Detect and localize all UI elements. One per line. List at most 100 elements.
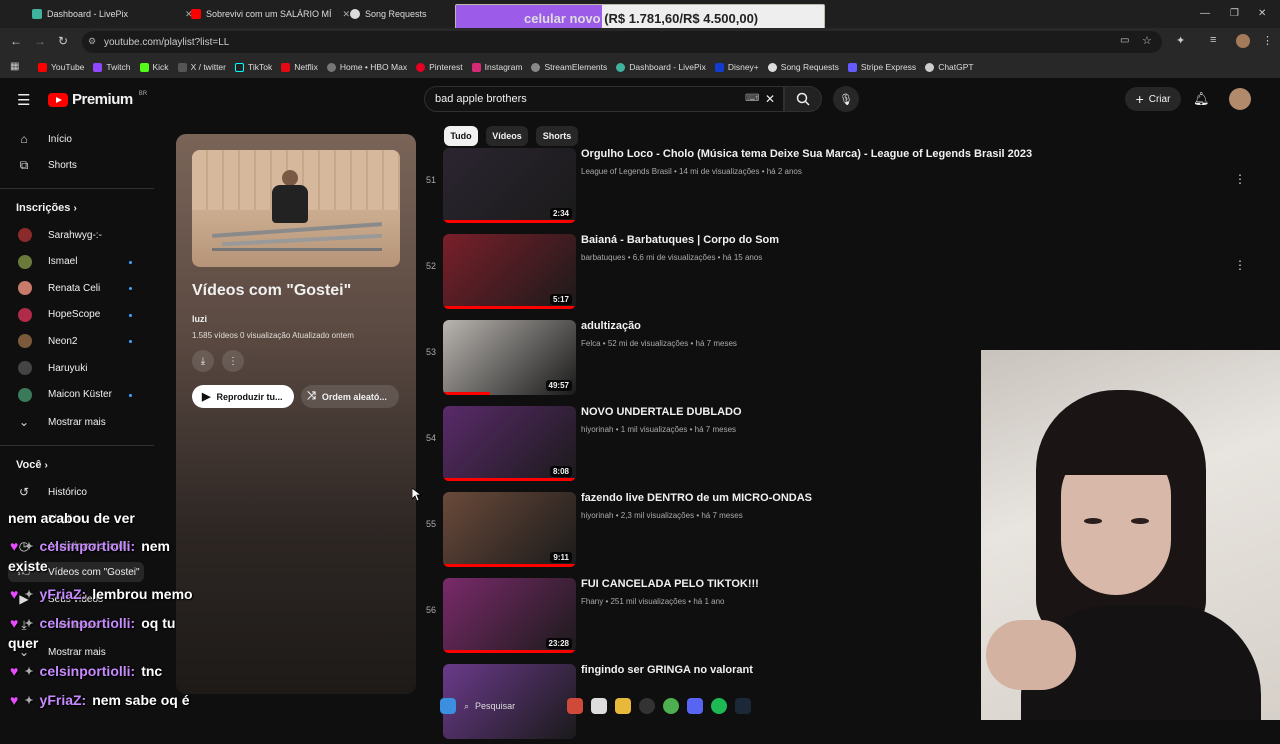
steam-icon[interactable] [735,698,751,714]
channel-name[interactable]: hiyorinah [581,425,613,434]
channel-name[interactable]: barbatuques [581,253,625,262]
video-thumbnail[interactable]: 9:11 [443,492,576,567]
channel-name[interactable]: hiyorinah [581,511,613,520]
playlist-video-row[interactable]: 52 5:17 Baianá - Barbatuques | Corpo do So… [420,234,1260,314]
video-title[interactable]: fazendo live DENTRO de um MICRO-ONDAS [581,492,812,504]
watch-progress-bar [443,220,576,223]
extensions-icon[interactable]: ✦ [1176,34,1185,47]
bookmark-disney[interactable]: Disney+ [714,62,759,72]
channel-name[interactable]: League of Legends Brasil [581,167,672,176]
subscription-item[interactable]: Sarahwyg-:- [18,228,102,242]
bookmark-kick[interactable]: Kick [139,62,169,72]
sidebar-item-shorts[interactable]: ⧉ Shorts [16,158,77,173]
tab-livepix-dashboard[interactable]: Dashboard - LivePix ✕ [32,4,193,24]
bookmark-x[interactable]: X / twitter [177,62,226,72]
reload-icon[interactable]: ↻ [58,34,68,48]
bookmark-chatgpt[interactable]: ChatGPT [925,62,974,72]
back-icon[interactable]: ← [10,34,22,48]
video-thumbnail[interactable]: 5:17 [443,234,576,309]
bookmark-pinterest[interactable]: Pinterest [416,62,463,72]
video-thumbnail[interactable]: 23:28 [443,578,576,653]
subscriptions-header[interactable]: Inscrições › [16,202,77,214]
bookmark-stripe[interactable]: Stripe Express [847,62,916,72]
video-thumbnail[interactable]: 49:57 [443,320,576,395]
chip-shorts[interactable]: Shorts [536,126,578,146]
playlist-more-button[interactable]: ⋮ [222,350,244,372]
bookmark-streamelements[interactable]: StreamElements [531,62,607,72]
sidebar-item-history[interactable]: ↺ Histórico [16,485,87,499]
profile-avatar[interactable] [1236,34,1250,48]
maximize-icon[interactable]: ❐ [1230,8,1239,19]
more-vert-icon[interactable]: ⋮ [1234,258,1246,272]
sidebar-show-more[interactable]: ⌄ Mostrar mais [16,415,106,429]
playlist-video-row[interactable]: 51 2:34 Orgulho Loco - Cholo (Música tema … [420,148,1260,228]
voice-search-button[interactable]: 🎙 [833,86,859,112]
browser-menu-icon[interactable]: ⋮ [1262,34,1273,47]
tab-song-requests[interactable]: Song Requests [350,4,427,24]
taskbar-search[interactable]: ⌕ Pesquisar [464,701,559,712]
notifications-bell-icon[interactable]: 🔔︎ [1193,91,1210,107]
bookmark-tiktok[interactable]: TikTok [235,62,272,72]
app-icon[interactable] [567,698,583,714]
video-thumbnail[interactable]: 8:08 [443,406,576,481]
account-avatar[interactable] [1229,88,1251,110]
download-playlist-button[interactable]: ⤓ [192,350,214,372]
discord-icon[interactable] [687,698,703,714]
create-button[interactable]: + Criar [1125,87,1181,111]
bookmark-song-requests[interactable]: Song Requests [767,62,839,72]
bookmark-twitch[interactable]: Twitch [93,62,131,72]
video-thumbnail[interactable]: 2:34 [443,148,576,223]
media-icon[interactable]: ≡ [1210,34,1216,46]
video-title[interactable]: FUI CANCELADA PELO TIKTOK!!! [581,578,759,590]
site-info-icon[interactable]: ⚙ [88,36,96,47]
hamburger-menu-icon[interactable]: ☰ [17,91,30,109]
obs-icon[interactable] [639,698,655,714]
spotify-icon[interactable] [711,698,727,714]
subscription-item[interactable]: Neon2 [18,334,77,349]
playlist-thumbnail[interactable] [192,150,400,267]
forward-icon[interactable]: → [34,34,46,48]
minimize-icon[interactable]: — [1200,8,1210,19]
cast-icon[interactable]: ▭ [1120,35,1129,46]
search-button[interactable] [784,86,822,112]
chip-all[interactable]: Tudo [444,126,478,146]
channel-name[interactable]: Felca [581,339,601,348]
tab-youtube-video[interactable]: Sobrevivi com um SALÁRIO MÍ ✕ [191,4,350,24]
close-window-icon[interactable]: ✕ [1258,8,1266,19]
shuffle-button[interactable]: ⤨ Ordem aleató... [301,385,399,408]
file-explorer-icon[interactable] [615,698,631,714]
video-title[interactable]: Orgulho Loco - Cholo (Música tema Deixe … [581,148,1032,160]
search-input[interactable]: bad apple brothers ⌨ ✕ [424,86,784,112]
bookmark-hbo-max[interactable]: Home • HBO Max [326,62,407,72]
youtube-premium-logo[interactable]: Premium BR [48,91,147,108]
video-title[interactable]: NOVO UNDERTALE DUBLADO [581,406,742,418]
video-title[interactable]: fingindo ser GRINGA no valorant [581,664,753,676]
bookmark-star-icon[interactable]: ☆ [1142,34,1152,47]
apps-grid-icon[interactable]: ▦ [10,61,19,72]
app-icon[interactable] [591,698,607,714]
subscription-item[interactable]: Renata Celi [18,281,100,296]
clear-search-icon[interactable]: ✕ [765,92,775,106]
bookmark-youtube[interactable]: YouTube [38,62,84,72]
bookmark-instagram[interactable]: Instagram [471,62,522,72]
keyboard-icon[interactable]: ⌨ [745,93,759,104]
more-vert-icon[interactable]: ⋮ [1234,172,1246,186]
close-tab-icon[interactable]: ✕ [343,9,351,20]
subscription-item[interactable]: Ismael [18,254,77,269]
play-all-button[interactable]: ▶ Reproduzir tu... [192,385,294,408]
playlist-owner[interactable]: luzi [192,314,207,324]
video-title[interactable]: Baianá - Barbatuques | Corpo do Som [581,234,779,246]
subscription-item[interactable]: Haruyuki [18,361,87,375]
you-header[interactable]: Você › [16,459,48,471]
chrome-icon[interactable] [663,698,679,714]
video-title[interactable]: adultização [581,320,641,332]
url-field[interactable]: youtube.com/playlist?list=LL [82,31,1162,53]
channel-name[interactable]: Fhany [581,597,603,606]
subscription-item[interactable]: Maicon Küster [18,387,112,402]
windows-start-icon[interactable] [440,698,456,714]
sidebar-item-home[interactable]: ⌂ Início [16,132,72,146]
bookmark-netflix[interactable]: Netflix [281,62,318,72]
chip-videos[interactable]: Vídeos [486,126,528,146]
subscription-item[interactable]: HopeScope [18,307,100,322]
bookmark-livepix[interactable]: Dashboard - LivePix [616,62,706,72]
